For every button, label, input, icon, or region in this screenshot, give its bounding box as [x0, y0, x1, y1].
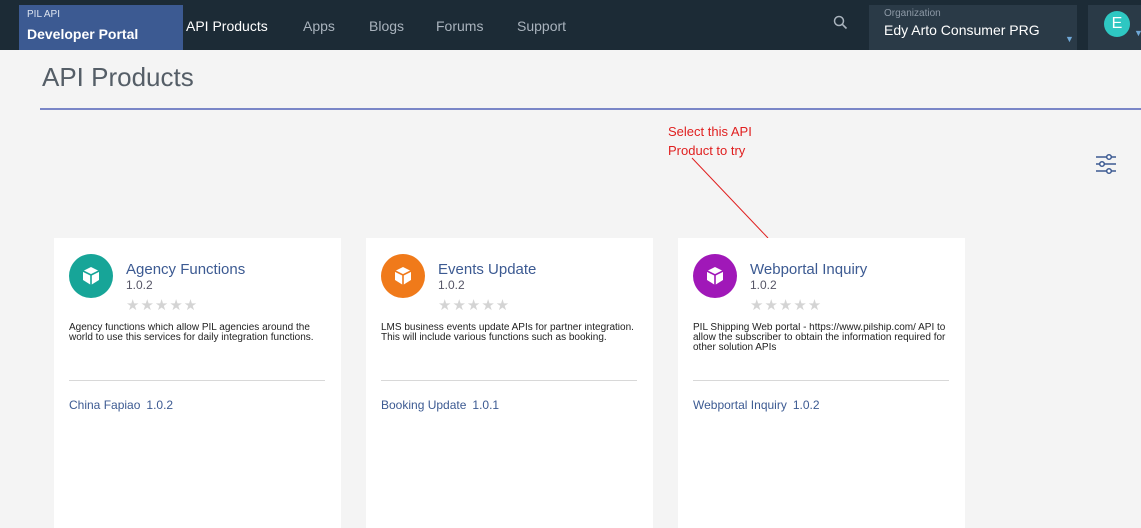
product-version: 1.0.2: [438, 278, 465, 292]
product-card-webportal-inquiry[interactable]: Webportal Inquiry 1.0.2 ★★★★★ PIL Shippi…: [678, 238, 965, 528]
plan-version: 1.0.2: [146, 398, 174, 412]
card-divider: [693, 380, 949, 381]
organization-selector[interactable]: Organization Edy Arto Consumer PRG ▼: [869, 5, 1077, 50]
organization-label: Organization: [884, 8, 941, 19]
nav-blogs[interactable]: Blogs: [369, 18, 404, 34]
product-version: 1.0.2: [750, 278, 777, 292]
rating-stars[interactable]: ★★★★★: [438, 296, 510, 314]
product-description: Agency functions which allow PIL agencie…: [69, 323, 314, 343]
rating-stars[interactable]: ★★★★★: [750, 296, 822, 314]
product-plan-link[interactable]: China Fapiao 1.0.2: [69, 398, 173, 412]
plan-name: Webportal Inquiry: [693, 398, 787, 412]
organization-name: Edy Arto Consumer PRG: [884, 22, 1040, 38]
card-divider: [69, 380, 325, 381]
plan-name: Booking Update: [381, 398, 467, 412]
plan-version: 1.0.1: [472, 398, 500, 412]
product-logo-icon: [381, 254, 425, 298]
product-description: PIL Shipping Web portal - https://www.pi…: [693, 323, 946, 353]
search-icon[interactable]: [832, 14, 850, 32]
product-card-agency-functions[interactable]: Agency Functions 1.0.2 ★★★★★ Agency func…: [54, 238, 341, 528]
product-plan-link[interactable]: Booking Update 1.0.1: [381, 398, 499, 412]
product-name[interactable]: Agency Functions: [126, 261, 245, 278]
product-name[interactable]: Events Update: [438, 261, 536, 278]
portal-brand[interactable]: PIL API Developer Portal: [19, 5, 183, 50]
product-name[interactable]: Webportal Inquiry: [750, 261, 867, 278]
product-card-events-update[interactable]: Events Update 1.0.2 ★★★★★ LMS business e…: [366, 238, 653, 528]
annotation-line-2: Product to try: [668, 143, 746, 158]
rating-stars[interactable]: ★★★★★: [126, 296, 198, 314]
brand-title: Developer Portal: [27, 26, 139, 42]
product-version: 1.0.2: [126, 278, 153, 292]
title-divider: [40, 108, 1141, 110]
plan-name: China Fapiao: [69, 398, 141, 412]
chevron-down-icon: ▼: [1065, 34, 1074, 44]
nav-apps[interactable]: Apps: [303, 18, 335, 34]
annotation-line-1: Select this API: [668, 124, 752, 139]
product-logo-icon: [693, 254, 737, 298]
nav-support[interactable]: Support: [517, 18, 566, 34]
product-description: LMS business events update APIs for part…: [381, 323, 634, 343]
annotation-callout: Select this API Product to try: [668, 122, 752, 160]
chevron-down-icon[interactable]: ▼: [1134, 28, 1141, 38]
plan-version: 1.0.2: [792, 398, 820, 412]
avatar[interactable]: E: [1104, 11, 1130, 37]
page-title: API Products: [42, 62, 194, 92]
brand-subtitle: PIL API: [27, 9, 60, 20]
nav-api-products[interactable]: API Products: [186, 18, 268, 34]
product-plan-link[interactable]: Webportal Inquiry 1.0.2: [693, 398, 820, 412]
card-divider: [381, 380, 637, 381]
top-navigation-bar: PIL API Developer Portal API Products Ap…: [0, 0, 1141, 50]
nav-forums[interactable]: Forums: [436, 18, 483, 34]
filter-settings-icon[interactable]: [1095, 152, 1117, 176]
product-logo-icon: [69, 254, 113, 298]
